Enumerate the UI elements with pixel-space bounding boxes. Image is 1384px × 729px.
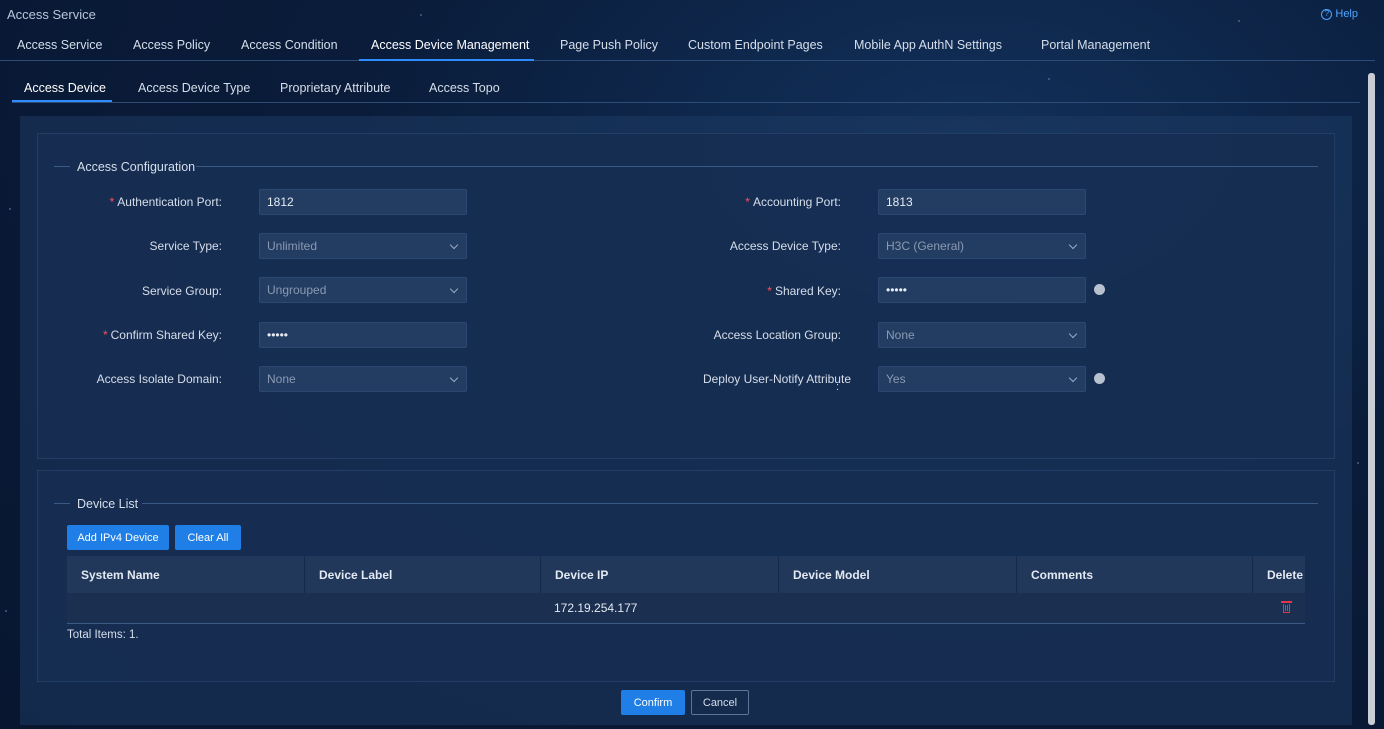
confirm-shared-key-label: * Confirm Shared Key: (102, 328, 222, 342)
background-star (1357, 462, 1359, 464)
tab-access-condition[interactable]: Access Condition (241, 38, 338, 52)
access-configuration-panel (37, 133, 1335, 459)
deploy-user-notify-select[interactable]: Yes (878, 366, 1086, 392)
access-device-type-label: Access Device Type: (729, 239, 841, 253)
section-divider (196, 166, 1318, 167)
column-device-label[interactable]: Device Label (304, 556, 540, 593)
access-device-type-select[interactable]: H3C (General) (878, 233, 1086, 259)
subtab-access-device-type[interactable]: Access Device Type (138, 81, 250, 95)
main-tab-bar: Access Service Access Policy Access Cond… (0, 32, 1375, 61)
cell-device-ip: 172.19.254.177 (554, 601, 638, 615)
accounting-port-label: * Accounting Port: (745, 195, 841, 209)
section-divider (54, 166, 70, 167)
top-bar: Access Service ? Help (0, 0, 1384, 28)
column-delete[interactable]: Delete (1252, 556, 1305, 593)
subtab-access-device[interactable]: Access Device (24, 81, 106, 95)
active-tab-indicator (359, 59, 534, 61)
service-group-select[interactable]: Ungrouped (259, 277, 467, 303)
question-circle-icon: ? (1321, 8, 1333, 20)
info-icon[interactable] (1094, 284, 1105, 295)
chevron-down-icon (1068, 329, 1078, 339)
tab-access-device-management[interactable]: Access Device Management (371, 38, 529, 52)
column-system-name[interactable]: System Name (67, 556, 304, 593)
device-list-title: Device List (77, 497, 139, 511)
chevron-down-icon (449, 284, 459, 294)
access-configuration-title: Access Configuration (77, 160, 196, 174)
device-table: System Name Device Label Device IP Devic… (67, 556, 1305, 624)
vertical-scrollbar[interactable] (1368, 73, 1375, 725)
service-type-label: Service Type: (149, 239, 222, 253)
sub-tab-bar: Access Device Access Device Type Proprie… (12, 74, 1360, 103)
chevron-down-icon (1068, 240, 1078, 250)
subtab-proprietary-attribute[interactable]: Proprietary Attribute (280, 81, 390, 95)
chevron-down-icon (1068, 373, 1078, 383)
column-comments[interactable]: Comments (1016, 556, 1252, 593)
access-location-group-select[interactable]: None (878, 322, 1086, 348)
access-isolate-domain-select[interactable]: None (259, 366, 467, 392)
access-location-group-label: Access Location Group: (713, 328, 841, 342)
cancel-button[interactable]: Cancel (691, 690, 749, 715)
active-subtab-indicator (12, 100, 112, 102)
accounting-port-input[interactable]: 1813 (878, 189, 1086, 215)
access-isolate-domain-label: Access Isolate Domain: (96, 372, 222, 386)
cell-device-model (778, 593, 1016, 623)
shared-key-label: * Shared Key: (767, 284, 841, 298)
service-type-select[interactable]: Unlimited (259, 233, 467, 259)
tab-mobile-app-authn-settings[interactable]: Mobile App AuthN Settings (854, 38, 1002, 52)
add-ipv4-device-button[interactable]: Add IPv4 Device (67, 525, 169, 550)
cell-device-label (304, 593, 540, 623)
clear-all-button[interactable]: Clear All (175, 525, 241, 550)
help-link[interactable]: ? Help (1321, 8, 1358, 20)
tab-access-policy[interactable]: Access Policy (133, 38, 210, 52)
tab-portal-management[interactable]: Portal Management (1041, 38, 1150, 52)
service-group-label: Service Group: (141, 284, 222, 298)
chevron-down-icon (449, 373, 459, 383)
app-title: Access Service (7, 7, 96, 22)
table-header: System Name Device Label Device IP Devic… (67, 556, 1305, 593)
background-star (9, 208, 11, 210)
section-divider (142, 503, 1318, 504)
confirm-shared-key-input[interactable]: ••••• (259, 322, 467, 348)
tab-access-service[interactable]: Access Service (17, 38, 102, 52)
chevron-down-icon (449, 240, 459, 250)
authentication-port-input[interactable]: 1812 (259, 189, 467, 215)
deploy-user-notify-label: Deploy User-Notify Attribute (702, 372, 851, 386)
info-icon[interactable] (1094, 373, 1105, 384)
table-row: 172.19.254.177 (67, 593, 1305, 624)
column-device-ip[interactable]: Device IP (540, 556, 778, 593)
deploy-user-notify-colon: : (836, 381, 840, 393)
cell-comments (1016, 593, 1252, 623)
tab-page-push-policy[interactable]: Page Push Policy (560, 38, 658, 52)
help-label: Help (1335, 8, 1358, 20)
tab-custom-endpoint-pages[interactable]: Custom Endpoint Pages (688, 38, 823, 52)
column-device-model[interactable]: Device Model (778, 556, 1016, 593)
confirm-button[interactable]: Confirm (621, 690, 685, 715)
authentication-port-label: * Authentication Port: (109, 195, 222, 209)
total-items: Total Items: 1. (67, 629, 139, 641)
section-divider (54, 503, 70, 504)
shared-key-input[interactable]: ••••• (878, 277, 1086, 303)
subtab-access-topo[interactable]: Access Topo (429, 81, 500, 95)
background-star (5, 610, 7, 612)
cell-system-name (67, 593, 304, 623)
trash-icon[interactable] (1281, 601, 1292, 613)
